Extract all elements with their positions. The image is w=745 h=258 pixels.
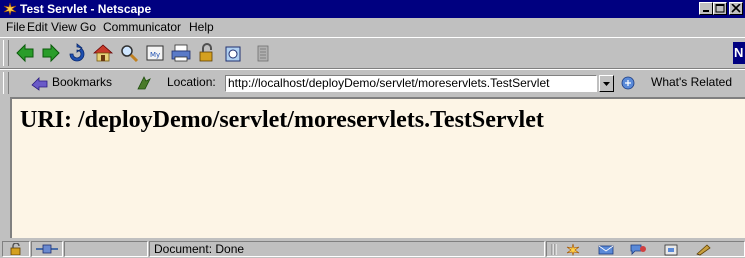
title-bar: Test Servlet - Netscape (0, 0, 745, 18)
toolbar-grip[interactable] (3, 40, 9, 66)
status-text: Document: Done (154, 242, 245, 256)
shop-icon[interactable] (222, 42, 244, 64)
bookmarks-icon[interactable] (30, 75, 50, 91)
maximize-icon (715, 4, 725, 13)
navigator-icon[interactable] (565, 243, 581, 256)
location-input[interactable]: http://localhost/deployDemo/servlet/more… (225, 75, 597, 92)
window-title: Test Servlet - Netscape (20, 2, 152, 16)
guide-icon[interactable]: My (144, 42, 166, 64)
home-icon[interactable] (92, 42, 114, 64)
left-frame-edge (0, 97, 10, 238)
security-icon[interactable] (196, 42, 218, 64)
menu-communicator[interactable]: Communicator (103, 20, 181, 35)
svg-text:My: My (150, 51, 160, 59)
menu-help[interactable]: Help (189, 20, 214, 35)
search-icon[interactable] (118, 42, 140, 64)
component-grip[interactable] (551, 243, 561, 256)
location-label: Location: (167, 75, 216, 89)
lock-icon (10, 243, 21, 255)
menu-file[interactable]: File (6, 20, 25, 35)
security-status-panel[interactable] (2, 241, 30, 257)
reload-icon[interactable] (66, 42, 88, 64)
chevron-down-icon (603, 82, 610, 86)
status-bar: Document: Done (0, 238, 745, 258)
minimize-icon (703, 10, 709, 12)
location-toolbar: Bookmarks Location: http://localhost/dep… (0, 69, 745, 97)
stop-icon[interactable] (252, 42, 274, 64)
close-button[interactable] (729, 2, 743, 15)
location-grip[interactable] (3, 72, 9, 94)
bookmarks-label[interactable]: Bookmarks (52, 75, 112, 90)
connection-status-panel[interactable] (31, 241, 63, 257)
forward-icon[interactable] (40, 42, 62, 64)
connection-icon (36, 244, 58, 254)
print-icon[interactable] (170, 42, 192, 64)
menu-bar: File Edit View Go Communicator Help (0, 18, 745, 37)
menu-go[interactable]: Go (80, 20, 96, 35)
location-dropdown-button[interactable] (599, 75, 614, 92)
discussion-icon[interactable] (629, 243, 647, 256)
page-content: URI: /deployDemo/servlet/moreservlets.Te… (10, 97, 745, 238)
netscape-throbber: N (733, 42, 745, 64)
navigation-toolbar: My N (0, 37, 745, 69)
whats-related-icon[interactable] (620, 75, 640, 91)
mail-icon[interactable] (597, 243, 615, 256)
whats-related-label[interactable]: What's Related (651, 75, 732, 90)
status-text-panel: Document: Done (149, 241, 545, 257)
netscape-icon (3, 2, 17, 16)
maximize-button[interactable] (713, 2, 727, 15)
address-book-icon[interactable] (663, 243, 679, 256)
page-heading: URI: /deployDemo/servlet/moreservlets.Te… (20, 107, 544, 133)
composer-icon[interactable] (695, 243, 713, 256)
menu-edit[interactable]: Edit (27, 20, 48, 35)
progress-panel (64, 241, 148, 257)
component-bar (546, 241, 745, 257)
close-icon (731, 4, 741, 13)
minimize-button[interactable] (699, 2, 713, 15)
menu-view[interactable]: View (51, 20, 77, 35)
back-icon[interactable] (14, 42, 36, 64)
location-icon[interactable] (136, 75, 152, 91)
